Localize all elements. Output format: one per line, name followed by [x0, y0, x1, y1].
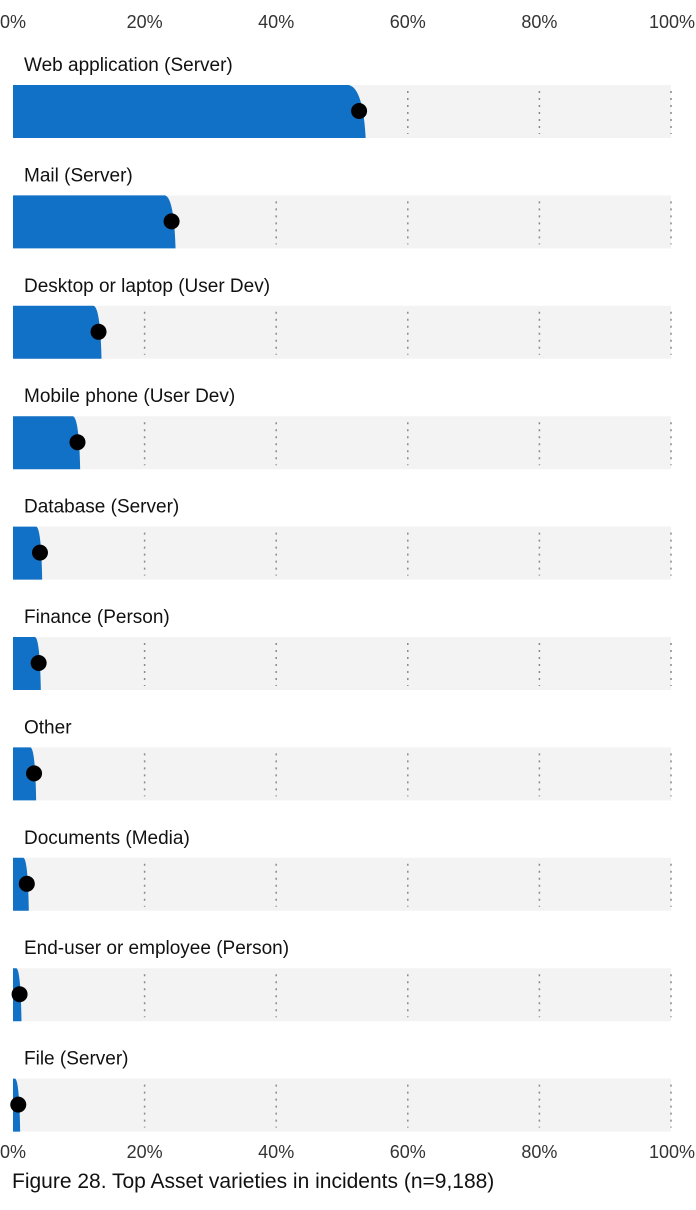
bottom-axis-tick-label: 100% — [649, 1142, 695, 1162]
bottom-axis-tick-label: 0% — [0, 1142, 26, 1162]
chart-row: Database (Server) — [13, 497, 672, 580]
bar-track — [13, 1078, 671, 1132]
bar-track — [13, 416, 671, 470]
value-marker — [11, 986, 28, 1003]
value-marker — [30, 655, 47, 671]
chart-rows: Web application (Server) Mail (Server) Des… — [10, 55, 672, 1132]
value-marker — [90, 323, 107, 340]
top-axis-tick-label: 80% — [521, 12, 557, 32]
bottom-axis-tick-label: 80% — [521, 1142, 557, 1162]
bar-chart: 0% 20% 40% 60% 80% 100% Web application (Serv… — [0, 12, 695, 1162]
bar-track — [13, 526, 671, 580]
value-marker — [31, 544, 48, 561]
chart-row: Finance (Person) — [13, 607, 672, 690]
bar-track — [13, 747, 671, 801]
value-marker — [26, 765, 43, 782]
bottom-axis-tick-label: 60% — [390, 1142, 426, 1162]
category-label: Mobile phone (User Dev) — [24, 386, 235, 407]
bottom-axis: 0% 20% 40% 60% 80% 100% — [0, 1142, 695, 1162]
bar-track — [13, 857, 671, 911]
category-label: Documents (Media) — [24, 828, 190, 849]
top-axis-tick-label: 40% — [258, 12, 294, 32]
category-label: Database (Server) — [24, 497, 179, 518]
value-marker — [163, 213, 180, 230]
chart-row: Other — [13, 717, 672, 801]
bar-track — [13, 637, 671, 690]
category-label: Desktop or laptop (User Dev) — [24, 276, 270, 297]
top-axis-tick-label: 60% — [390, 12, 426, 32]
category-label: Web application (Server) — [24, 55, 233, 76]
category-label: Mail (Server) — [24, 165, 133, 186]
bar — [13, 85, 366, 138]
bottom-axis-tick-label: 40% — [258, 1142, 294, 1162]
category-label: File (Server) — [24, 1049, 129, 1070]
value-marker — [18, 875, 35, 892]
figure-caption: Figure 28. Top Asset varieties in incide… — [12, 1170, 495, 1193]
chart-row: Web application (Server) — [13, 55, 672, 138]
chart-row: Mobile phone (User Dev) — [13, 386, 672, 470]
bottom-axis-tick-label: 20% — [127, 1142, 163, 1162]
top-axis: 0% 20% 40% 60% 80% 100% — [0, 12, 695, 32]
chart-row: File (Server) — [10, 1049, 672, 1132]
value-marker — [69, 434, 86, 451]
value-marker — [351, 103, 368, 119]
bar-track — [13, 305, 671, 359]
category-label: Finance (Person) — [24, 607, 170, 628]
bar — [13, 195, 176, 249]
chart-row: Mail (Server) — [13, 165, 672, 249]
bar — [13, 305, 102, 359]
top-axis-tick-label: 0% — [0, 12, 26, 32]
value-marker — [10, 1096, 27, 1113]
category-label: Other — [24, 717, 72, 738]
top-axis-tick-label: 100% — [649, 12, 695, 32]
chart-row: Desktop or laptop (User Dev) — [13, 276, 672, 359]
chart-row: Documents (Media) — [13, 828, 672, 911]
top-axis-tick-label: 20% — [127, 12, 163, 32]
category-label: End-user or employee (Person) — [24, 938, 289, 959]
bar-track — [13, 968, 671, 1022]
chart-row: End-user or employee (Person) — [11, 938, 672, 1022]
